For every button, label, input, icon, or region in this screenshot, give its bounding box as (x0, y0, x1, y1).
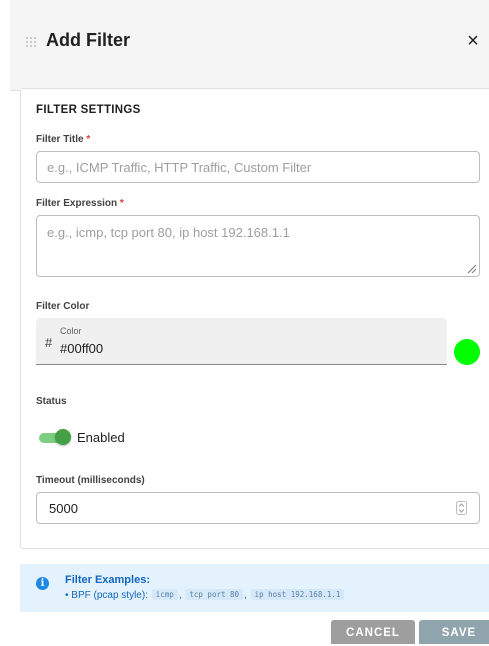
cancel-button[interactable]: CANCEL (331, 620, 415, 644)
timeout-label: Timeout (milliseconds) (36, 475, 145, 486)
filter-title-label-text: Filter Title (36, 134, 84, 145)
required-marker: * (86, 134, 91, 145)
status-label: Status (36, 396, 67, 407)
info-examples-line: • BPF (pcap style): icmp, tcp port 80, i… (65, 589, 345, 601)
timeout-value: 5000 (49, 501, 78, 516)
info-icon: i (36, 577, 49, 590)
filter-color-label: Filter Color (36, 301, 90, 312)
required-marker: * (119, 198, 124, 209)
section-title: FILTER SETTINGS (36, 104, 141, 116)
filter-expression-input[interactable] (36, 215, 480, 277)
filter-expression-label: Filter Expression * (36, 198, 124, 209)
filter-title-input[interactable] (36, 151, 480, 183)
close-icon[interactable]: × (462, 29, 484, 53)
color-field-label: Color (60, 326, 82, 336)
color-swatch[interactable] (454, 339, 480, 365)
filter-settings-card: FILTER SETTINGS Filter Title * Filter Ex… (20, 88, 489, 549)
drag-handle-icon[interactable] (25, 36, 37, 48)
dialog-title: Add Filter (46, 30, 130, 50)
toggle-thumb (55, 429, 71, 445)
color-value: #00ff00 (60, 341, 104, 356)
info-prefix: • BPF (pcap style): (65, 590, 148, 601)
add-filter-dialog: Add Filter × FILTER SETTINGS Filter Titl… (10, 0, 489, 644)
dialog-header[interactable]: Add Filter × (10, 0, 489, 91)
example-chip: tcp port 80 (185, 589, 244, 600)
example-separator: , (244, 590, 247, 601)
timeout-stepper[interactable]: 5000 (36, 492, 480, 524)
hash-prefix: # (45, 335, 53, 350)
example-separator: , (178, 590, 182, 601)
status-toggle[interactable] (39, 429, 71, 445)
resize-grip-icon[interactable] (467, 264, 477, 274)
spin-arrows-icon[interactable] (456, 501, 467, 515)
info-title: Filter Examples: (65, 574, 150, 586)
status-toggle-label: Enabled (77, 430, 125, 445)
example-chip: ip host 192.168.1.1 (250, 589, 345, 600)
filter-title-label: Filter Title * (36, 134, 90, 145)
example-chip: icmp (151, 589, 178, 600)
save-button[interactable]: SAVE (419, 620, 489, 644)
filter-examples-box: i Filter Examples: • BPF (pcap style): i… (20, 564, 489, 612)
filter-expression-label-text: Filter Expression (36, 198, 118, 209)
color-field[interactable]: # Color #00ff00 (36, 318, 447, 365)
